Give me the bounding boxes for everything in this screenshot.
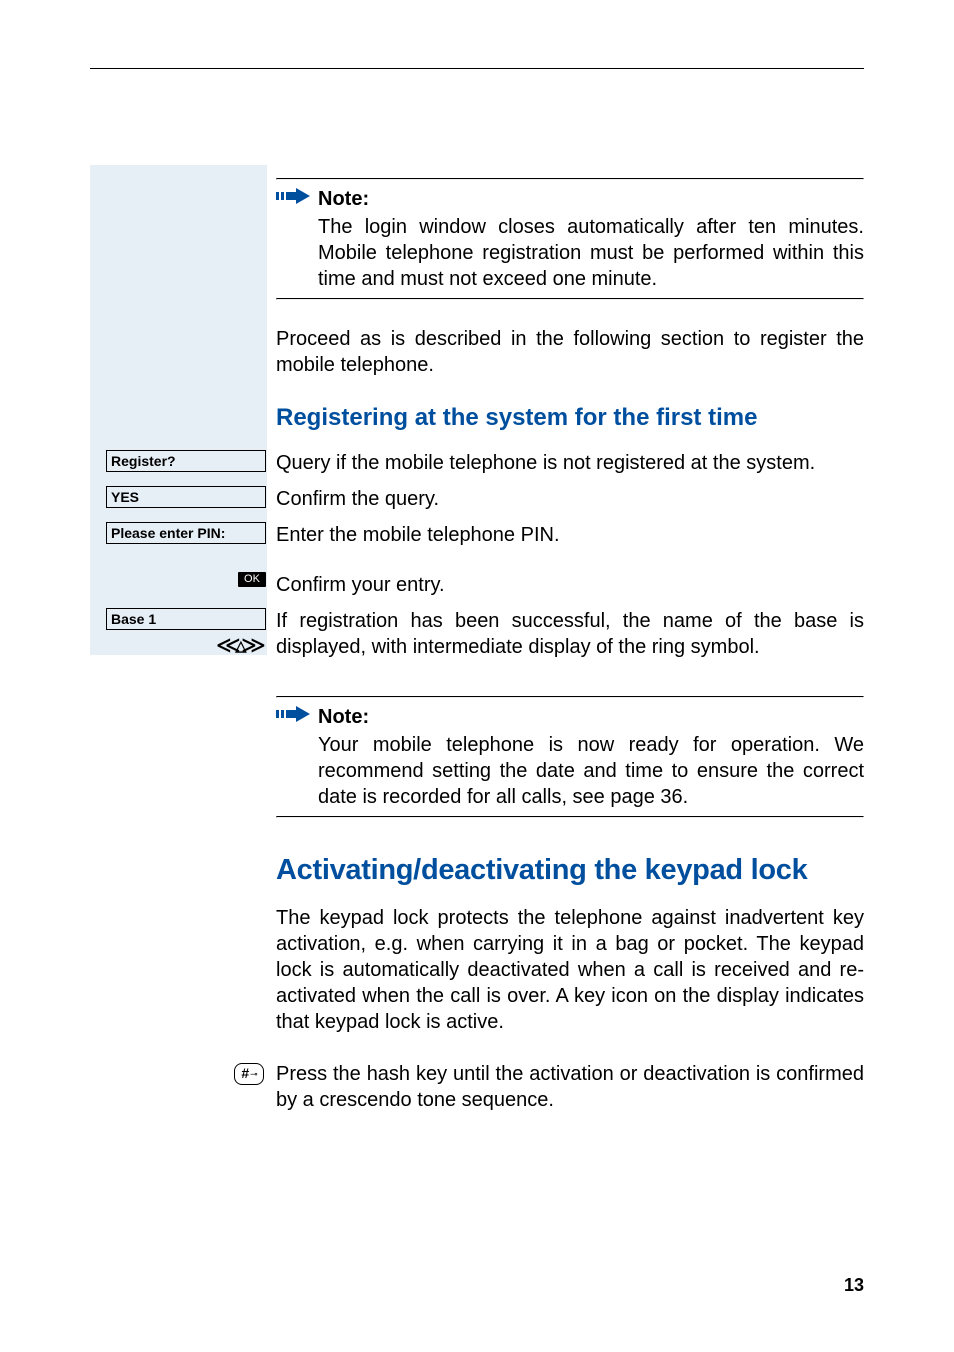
note-label: Note: [318,186,864,212]
note-body: The login window closes automatically af… [318,214,864,292]
step-row: Register? Query if the mobile telephone … [276,450,864,476]
lock-dot-icon: ⊸ [250,1069,258,1079]
step-row: Base 1 ≪▵≫ If registration has been succ… [276,608,864,660]
step-text: Confirm the query. [276,486,864,512]
display-label-base: Base 1 ≪▵≫ [106,608,266,658]
paragraph: Proceed as is described in the following… [276,326,864,378]
step-text: Enter the mobile telephone PIN. [276,522,864,548]
note-label: Note: [318,704,864,730]
note-arrow-icon [276,186,310,206]
note-block: Note: Your mobile telephone is now ready… [276,698,864,816]
note-arrow-icon [276,704,310,724]
page-number: 13 [844,1275,864,1296]
step-row: YES Confirm the query. [276,486,864,512]
document-page: Note: The login window closes automatica… [0,0,954,1352]
base-box: Base 1 [106,608,266,630]
display-label-yes: YES [106,486,266,508]
step-text: Press the hash key until the activation … [276,1061,864,1113]
step-row: OK Confirm your entry. [276,572,864,598]
hash-glyph: # [241,1065,249,1081]
paragraph: The keypad lock protects the telephone a… [276,905,864,1035]
display-label-register: Register? [106,450,266,472]
section-heading: Activating/deactivating the keypad lock [276,854,864,887]
content-column: Note: The login window closes automatica… [276,178,864,1123]
ok-softkey-icon: OK [238,572,266,587]
step-text: If registration has been successful, the… [276,608,864,660]
step-row: #⊸ Press the hash key until the activati… [276,1061,864,1113]
hash-key-icon: #⊸ [234,1063,264,1085]
display-label-pin: Please enter PIN: [106,522,266,544]
note-block: Note: The login window closes automatica… [276,180,864,298]
header-rule [90,68,864,69]
step-text: Query if the mobile telephone is not reg… [276,450,864,476]
step-text: Confirm your entry. [276,572,864,598]
section-heading: Registering at the system for the first … [276,404,864,432]
ring-symbol-icon: ≪▵≫ [106,630,266,658]
step-row: Please enter PIN: Enter the mobile telep… [276,522,864,548]
note-body: Your mobile telephone is now ready for o… [318,732,864,810]
